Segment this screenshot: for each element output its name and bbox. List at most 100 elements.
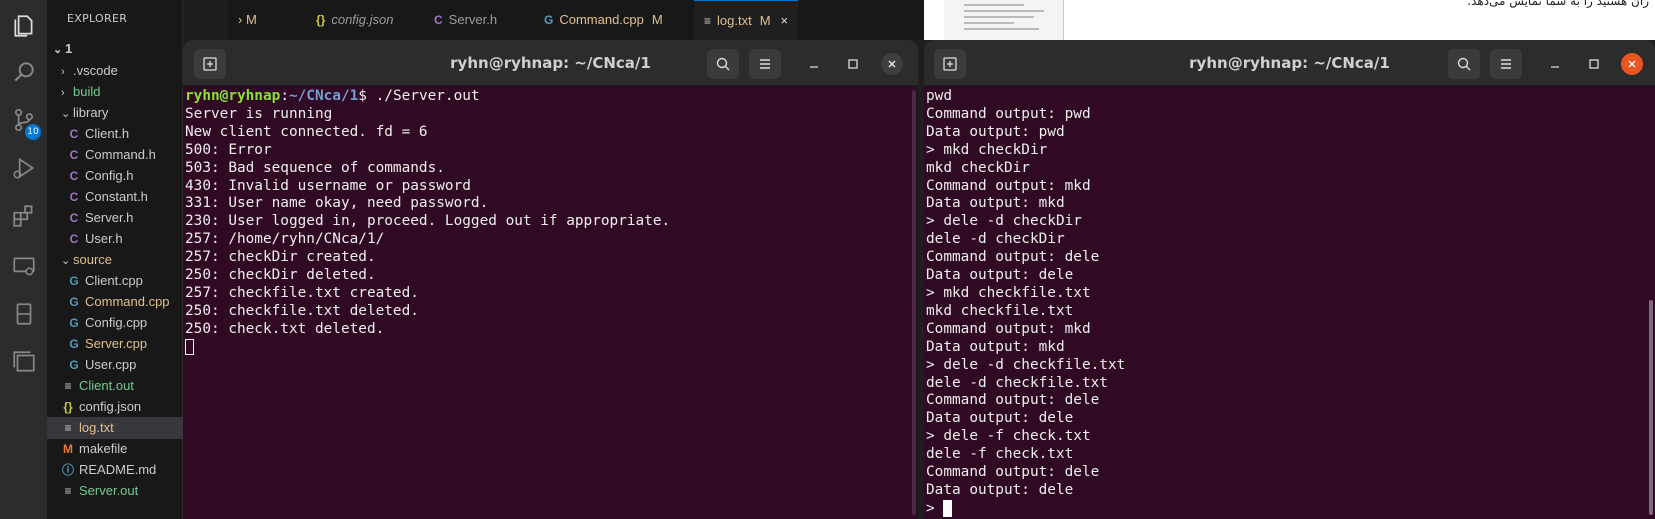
tree-item-label: Command.h xyxy=(85,147,156,162)
file-type-icon: G xyxy=(544,13,554,27)
close-button[interactable] xyxy=(1621,53,1643,75)
activity-bar: 10 xyxy=(0,0,47,519)
file-type-icon: C xyxy=(69,211,79,225)
terminal-line: dele -f check.txt xyxy=(926,446,1074,463)
explorer-sidebar: EXPLORER ⌄ 1 › .vscode › build ⌄ library C Clien… xyxy=(47,0,183,519)
tree-file[interactable]: C Client.h xyxy=(47,123,183,145)
tab-close-icon[interactable]: × xyxy=(781,13,789,28)
tree-item-label: User.cpp xyxy=(85,357,137,372)
terminal-line: > dele -d checkDir xyxy=(926,213,1082,230)
maximize-button[interactable] xyxy=(1583,53,1605,75)
tree-file[interactable]: G Client.cpp xyxy=(47,270,183,292)
terminal-output-left[interactable]: ryhn@ryhnap:~/CNca/1$ ./Server.out Server… xyxy=(183,88,918,357)
editor-tab[interactable]: G Command.cpp M xyxy=(544,0,663,40)
tree-file[interactable]: C Command.h xyxy=(47,144,183,166)
file-type-icon: C xyxy=(69,169,79,183)
editor-tab[interactable]: {} config.json xyxy=(316,0,394,40)
file-type-icon: G xyxy=(69,358,79,372)
source-control-icon[interactable]: 10 xyxy=(0,98,47,142)
panels-icon[interactable] xyxy=(0,340,47,384)
editor-tab[interactable]: C Server.h xyxy=(434,0,497,40)
terminal-lines: Server is running New client connected. f… xyxy=(185,106,918,339)
terminal-line: Command output: mkd xyxy=(926,177,1091,194)
minimize-button[interactable] xyxy=(1544,53,1566,75)
terminal-scrollbar[interactable] xyxy=(1649,300,1653,515)
terminal-window-left[interactable]: ryhn@ryhnap: ~/CNca/1 ryhn@ryhnap:~/CNca… xyxy=(183,40,918,519)
editor-tab[interactable]: › M xyxy=(238,0,257,40)
tree-file[interactable]: C Server.h xyxy=(47,207,183,229)
terminal-line: Command output: dele xyxy=(926,249,1100,266)
cursor-line: > xyxy=(926,499,1655,518)
terminal-line: dele -d checkDir xyxy=(926,231,1065,248)
chevron-down-icon: ⌄ xyxy=(61,255,71,267)
terminal-window-right[interactable]: ryhn@ryhnap: ~/CNca/1 pwd Command output:… xyxy=(924,40,1655,519)
cursor xyxy=(185,338,194,355)
tree-folder[interactable]: › build xyxy=(47,81,183,103)
terminal-line: pwd xyxy=(926,88,952,104)
tree-folder[interactable]: ⌄ library xyxy=(47,102,183,124)
file-type-icon: G xyxy=(69,295,79,309)
terminal-line: Data output: pwd xyxy=(926,123,1065,140)
file-type-icon: C xyxy=(69,127,79,141)
file-type-icon: ≡ xyxy=(64,484,72,498)
file-type-icon: G xyxy=(69,337,79,351)
tree-file[interactable]: G User.cpp xyxy=(47,354,183,376)
document-thumbnail xyxy=(944,0,1064,40)
terminal-output-right[interactable]: pwd Command output: pwd Data output: pwd > … xyxy=(924,88,1655,518)
workspace-folder[interactable]: ⌄ 1 xyxy=(47,38,183,60)
testing-icon[interactable] xyxy=(0,292,47,336)
tree-file[interactable]: Mmakefile xyxy=(47,438,183,460)
prompt-path: ~/CNca/1 xyxy=(288,88,359,104)
terminal-line: 503: Bad sequence of commands. xyxy=(185,159,445,176)
explorer-icon[interactable] xyxy=(0,4,47,48)
terminal-lines: pwd Command output: pwd Data output: pwd > … xyxy=(926,88,1655,500)
tree-item-label: Constant.h xyxy=(85,189,148,204)
file-type-icon: {} xyxy=(316,13,326,27)
terminal-line: 250: check.txt deleted. xyxy=(185,320,385,337)
tree-file[interactable]: C User.h xyxy=(47,228,183,250)
close-button[interactable] xyxy=(881,53,903,75)
tree-file[interactable]: ≡ log.txt xyxy=(47,417,183,439)
tree-item-label: .vscode xyxy=(73,63,118,78)
file-type-icon: ≡ xyxy=(64,421,72,435)
tree-file[interactable]: G Config.cpp xyxy=(47,312,183,334)
tree-file[interactable]: G Command.cpp xyxy=(47,291,183,313)
terminal-line: Command output: pwd xyxy=(926,105,1091,122)
run-debug-icon[interactable] xyxy=(0,146,47,190)
terminal-search-button[interactable] xyxy=(1448,49,1480,79)
tree-folder[interactable]: ⌄ source xyxy=(47,249,183,271)
search-icon[interactable] xyxy=(0,50,47,94)
extensions-icon[interactable] xyxy=(0,194,47,238)
tab-label: config.json xyxy=(331,12,394,27)
tree-file[interactable]: ≡ Client.out xyxy=(47,375,183,397)
terminal-line: > dele -f check.txt xyxy=(926,428,1091,445)
tree-item-label: Config.h xyxy=(85,168,134,183)
tree-file[interactable]: G Server.cpp xyxy=(47,333,183,355)
file-type-icon: C xyxy=(69,190,79,204)
tree-file[interactable]: C Config.h xyxy=(47,165,183,187)
terminal-header: ryhn@ryhnap: ~/CNca/1 xyxy=(924,40,1655,86)
remote-explorer-icon[interactable] xyxy=(0,244,47,288)
tree-folder[interactable]: › .vscode xyxy=(47,60,183,82)
terminal-line: mkd checkfile.txt xyxy=(926,302,1074,319)
file-type-icon: G xyxy=(69,316,79,330)
terminal-line: 250: checkfile.txt deleted. xyxy=(185,302,419,319)
editor-tab[interactable]: ≡ log.txt M × xyxy=(694,0,799,40)
tree-file[interactable]: {} config.json xyxy=(47,396,183,418)
tab-modified-status: M xyxy=(759,13,771,28)
tree-file[interactable]: C Constant.h xyxy=(47,186,183,208)
tab-label: › M xyxy=(238,12,257,27)
file-type-icon: C xyxy=(434,13,443,27)
terminal-menu-button[interactable] xyxy=(749,49,781,79)
file-type-icon: ≡ xyxy=(64,379,72,393)
terminal-scrollbar[interactable] xyxy=(912,90,916,515)
terminal-search-button[interactable] xyxy=(707,49,739,79)
tree-item-label: makefile xyxy=(79,441,128,456)
minimize-button[interactable] xyxy=(803,53,825,75)
chevron-right-icon: › xyxy=(61,87,65,99)
maximize-button[interactable] xyxy=(842,53,864,75)
terminal-menu-button[interactable] xyxy=(1490,49,1522,79)
tree-file[interactable]: ⓘ README.md xyxy=(47,459,183,481)
terminal-line: > mkd checkfile.txt xyxy=(926,284,1091,301)
tree-file[interactable]: ≡ Server.out xyxy=(47,480,183,502)
